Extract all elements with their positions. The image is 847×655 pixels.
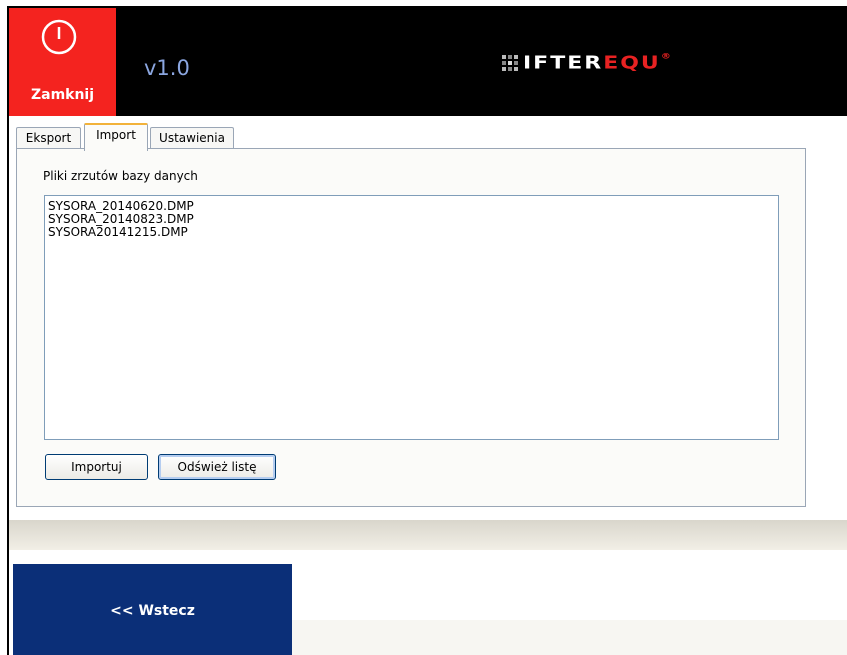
logo-mark-icon <box>502 55 518 71</box>
close-label: Zamknij <box>30 87 95 103</box>
tab-eksport[interactable]: Eksport <box>16 127 81 149</box>
logo-text-white: IFTER <box>523 53 604 73</box>
back-button[interactable]: << Wstecz <box>13 564 292 655</box>
status-strip <box>9 520 847 550</box>
power-icon <box>41 19 77 55</box>
import-button[interactable]: Importuj <box>45 454 148 480</box>
back-button-label: << Wstecz <box>110 603 195 619</box>
logo-text-red: EQU <box>603 53 661 73</box>
list-item[interactable]: SYSORA20141215.DMP <box>48 226 775 239</box>
ifterequ-logo: IFTEREQU ® <box>501 51 671 75</box>
dump-files-label: Pliki zrzutów bazy danych <box>43 169 198 183</box>
dump-files-listbox[interactable]: SYSORA_20140620.DMP SYSORA_20140823.DMP … <box>44 195 779 440</box>
version-label: v1.0 <box>144 56 190 80</box>
import-panel: Pliki zrzutów bazy danych SYSORA_2014062… <box>16 148 806 507</box>
refresh-list-button[interactable]: Odśwież listę <box>158 454 276 480</box>
app-header: Zamknij v1.0 IFTEREQU ® <box>9 8 847 116</box>
tab-import[interactable]: Import <box>84 123 148 151</box>
footer-gray-area <box>292 620 847 655</box>
registered-mark: ® <box>660 51 673 61</box>
tab-ustawienia[interactable]: Ustawienia <box>150 127 234 149</box>
close-button[interactable]: Zamknij <box>9 8 116 116</box>
